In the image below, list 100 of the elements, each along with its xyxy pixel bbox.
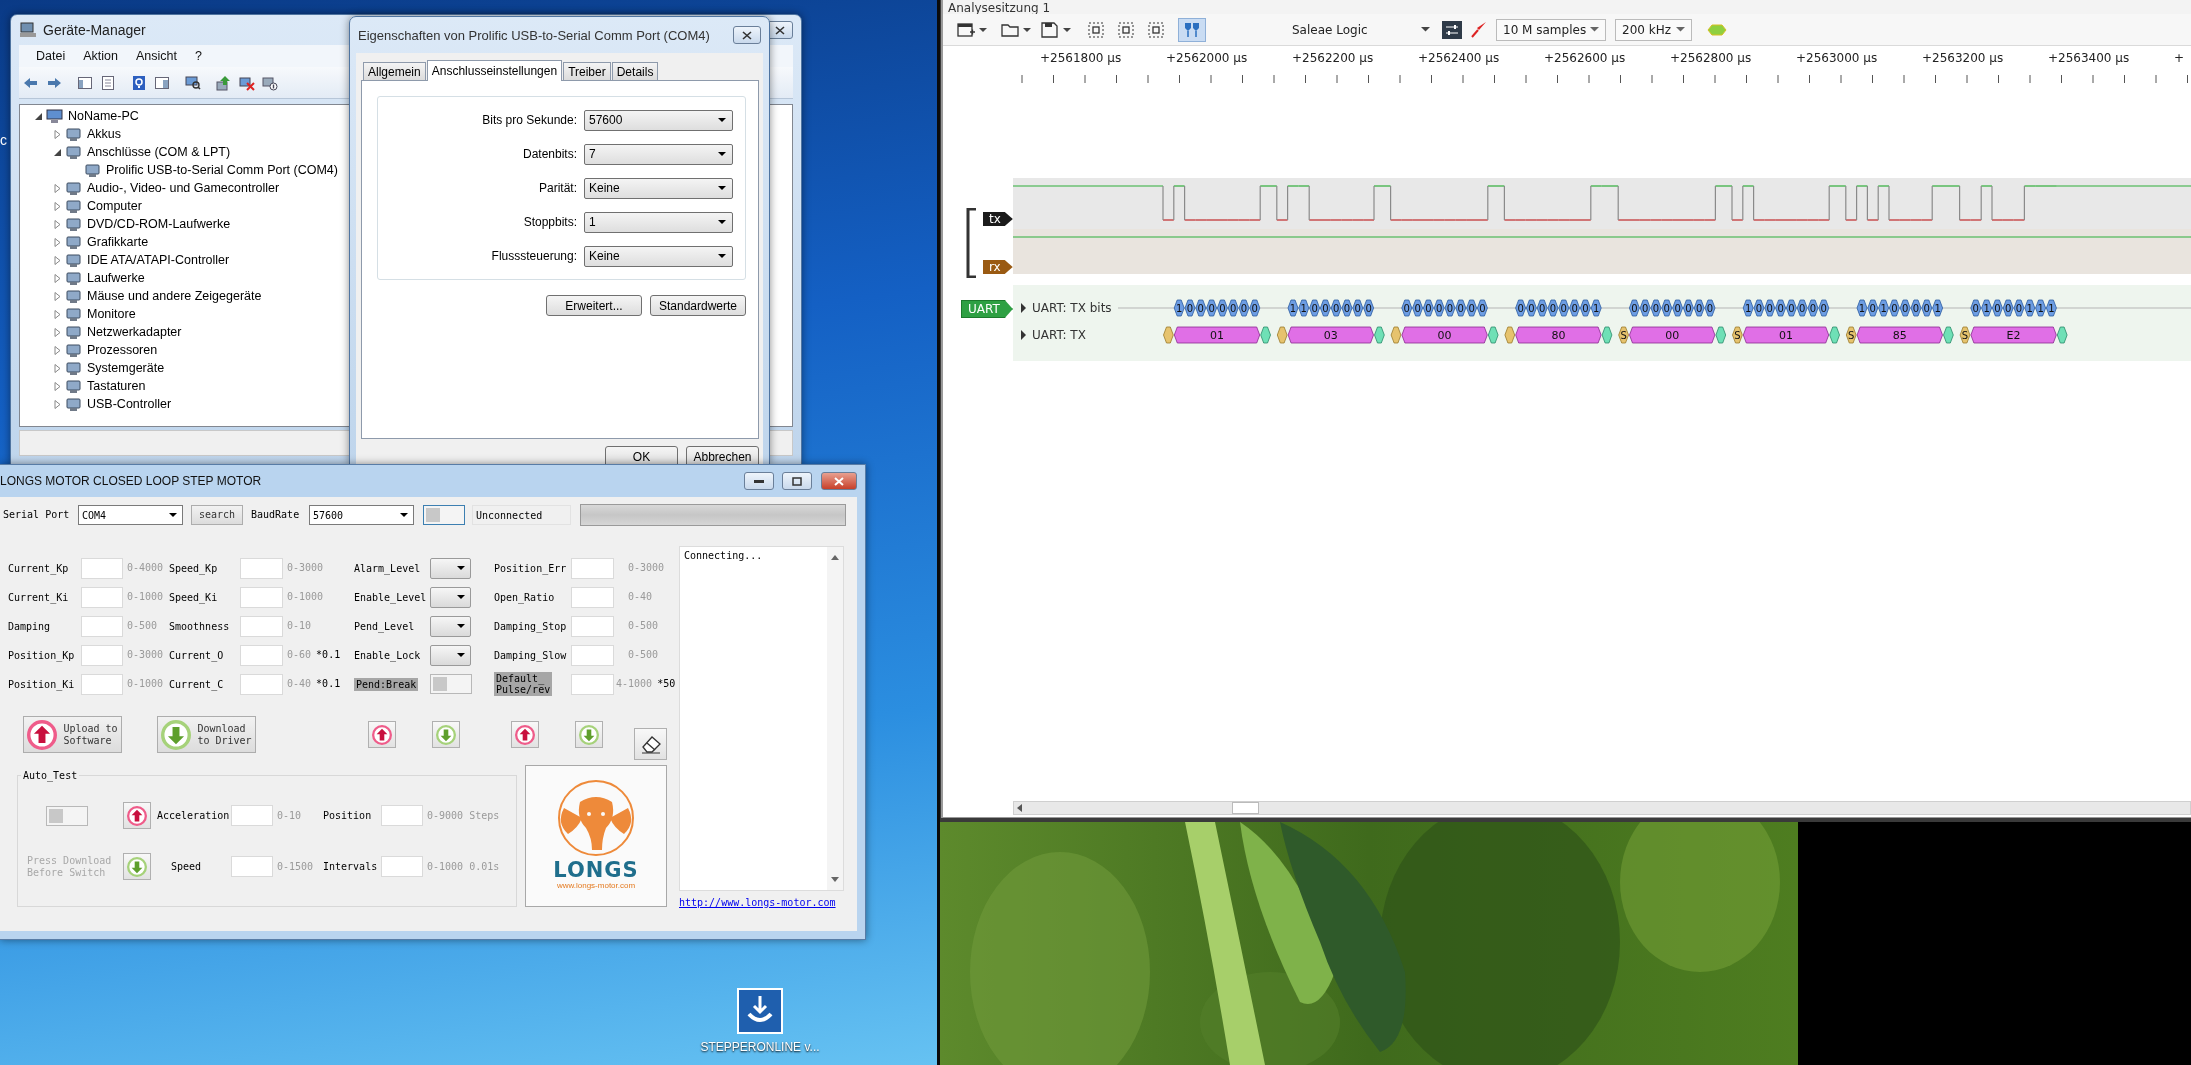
menu-item[interactable]: Aktion [74, 49, 127, 63]
menu-item[interactable]: ? [185, 49, 211, 63]
panel-icon[interactable] [77, 74, 93, 91]
param-field[interactable] [381, 805, 423, 826]
tab[interactable]: Anschlusseinstellungen [426, 60, 563, 81]
upload-icon[interactable] [216, 74, 232, 91]
param-dropdown[interactable] [430, 586, 471, 608]
download-button[interactable]: Download to Driver [157, 716, 256, 753]
tree-item[interactable]: Systemgeräte [87, 361, 165, 375]
param-field[interactable] [571, 644, 614, 666]
baud-dropdown[interactable]: 57600 [309, 505, 414, 525]
tree-item[interactable]: Akkus [87, 127, 122, 141]
tree-item[interactable]: Prozessoren [87, 343, 158, 357]
tree-item[interactable]: Grafikkarte [87, 235, 149, 249]
close-button[interactable] [821, 472, 857, 490]
auto-test-switch[interactable] [46, 805, 88, 826]
sheet-icon[interactable] [100, 74, 116, 91]
param-field[interactable] [81, 586, 123, 608]
start-icon[interactable] [1707, 23, 1727, 36]
write-button[interactable] [432, 721, 460, 748]
samples-dropdown[interactable]: 10 M samples [1496, 18, 1606, 41]
dropdown[interactable]: 57600 [584, 109, 733, 131]
tree-item[interactable]: Prolific USB-to-Serial Comm Port (COM4) [106, 163, 338, 177]
rate-dropdown[interactable]: 200 kHz [1615, 18, 1692, 41]
markers-icon[interactable] [1183, 21, 1201, 38]
tree-item[interactable]: Monitore [87, 307, 136, 321]
param-dropdown[interactable] [430, 615, 471, 637]
minimize-button[interactable] [744, 472, 774, 490]
param-field[interactable] [571, 586, 614, 608]
param-field[interactable] [240, 557, 283, 579]
scroll-thumb[interactable] [1232, 802, 1259, 814]
param-field[interactable] [81, 557, 123, 579]
upload-button[interactable]: Upload to Software [23, 716, 122, 753]
tree-item[interactable]: IDE ATA/ATAPI-Controller [87, 253, 230, 267]
scrollbar[interactable] [827, 547, 843, 890]
param-field[interactable] [381, 856, 423, 877]
tab[interactable]: Treiber [563, 62, 611, 80]
panel-icon[interactable] [154, 74, 170, 91]
tree-item[interactable]: Audio-, Video- und Gamecontroller [87, 181, 280, 195]
save-icon[interactable] [1041, 21, 1059, 38]
device-dropdown[interactable]: Saleae Logic [1246, 18, 1436, 41]
collapse-arrow-icon[interactable] [53, 147, 62, 157]
fit-view-icon[interactable] [1147, 20, 1165, 39]
param-field[interactable] [240, 644, 283, 666]
scroll-up-icon[interactable] [831, 555, 839, 560]
remove-icon[interactable] [239, 74, 255, 91]
close-button[interactable] [733, 26, 761, 44]
menu-item[interactable]: Ansicht [126, 49, 186, 63]
settings-icon[interactable] [1442, 20, 1462, 39]
param-field[interactable] [571, 557, 614, 579]
param-field[interactable] [81, 644, 123, 666]
param-field[interactable] [231, 856, 273, 877]
dialog-button[interactable]: Erweitert... [546, 295, 642, 316]
tab[interactable]: Allgemein [363, 62, 426, 80]
read-button[interactable] [368, 721, 396, 748]
tree-item[interactable]: Netzwerkadapter [87, 325, 182, 339]
scroll-down-icon[interactable] [831, 877, 839, 882]
connect-switch[interactable] [423, 505, 465, 525]
tree-item[interactable]: Tastaturen [87, 379, 146, 393]
tree-item[interactable]: Laufwerke [87, 271, 145, 285]
param-dropdown[interactable] [430, 557, 471, 579]
param-field[interactable] [81, 615, 123, 637]
param-field[interactable] [81, 673, 123, 695]
website-link[interactable]: http://www.longs-motor.com [679, 897, 845, 908]
channel-tag[interactable]: rx [983, 260, 1013, 274]
zoom-to-area-icon[interactable] [1087, 20, 1105, 39]
dropdown[interactable]: Keine [584, 245, 733, 267]
maximize-button[interactable] [782, 472, 812, 490]
param-field[interactable] [240, 673, 283, 695]
upload-button[interactable] [123, 802, 151, 829]
dropdown[interactable]: Keine [584, 177, 733, 199]
horizontal-scrollbar[interactable] [1013, 801, 2191, 815]
tree-item[interactable]: Mäuse und andere Zeigegeräte [87, 289, 262, 303]
menu-item[interactable]: Datei [27, 49, 75, 63]
eraser-button[interactable] [634, 727, 667, 760]
param-field[interactable] [240, 615, 283, 637]
read-button[interactable] [511, 721, 539, 748]
app-shortcut-icon[interactable] [737, 988, 783, 1034]
param-field[interactable] [571, 615, 614, 637]
monitor-search-icon[interactable] [185, 74, 201, 91]
tree-item[interactable]: USB-Controller [87, 397, 172, 411]
tree-item[interactable]: DVD/CD-ROM-Laufwerke [87, 217, 231, 231]
tab[interactable]: Details [611, 62, 659, 80]
collapse-arrow-icon[interactable] [34, 111, 43, 121]
dialog-button[interactable]: Standardwerte [650, 295, 746, 316]
scroll-left-icon[interactable] [1017, 804, 1022, 812]
dropdown[interactable]: 1 [584, 211, 733, 233]
param-dropdown[interactable] [430, 644, 471, 666]
folder-icon[interactable] [1001, 21, 1019, 38]
param-field[interactable] [231, 805, 273, 826]
expand-arrow-icon[interactable] [1021, 303, 1026, 313]
param-field[interactable] [571, 673, 614, 695]
search-button[interactable]: search [191, 505, 243, 525]
tree-item[interactable]: Anschlüsse (COM & LPT) [87, 145, 231, 159]
new-window-icon[interactable] [957, 21, 975, 38]
download-button[interactable] [123, 853, 151, 880]
tree-item[interactable]: Computer [87, 199, 142, 213]
port-dropdown[interactable]: COM4 [78, 505, 183, 525]
param-switch[interactable] [430, 674, 472, 694]
param-field[interactable] [240, 586, 283, 608]
